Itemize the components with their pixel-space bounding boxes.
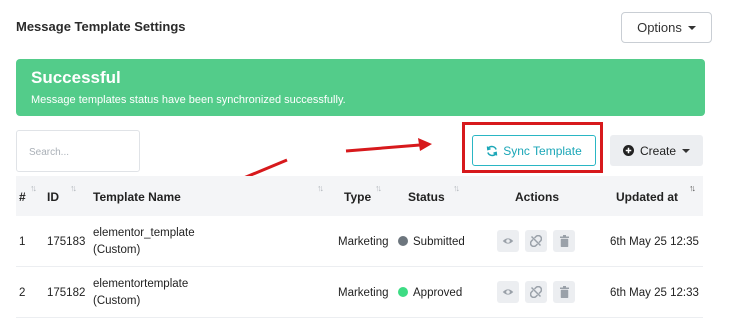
table-row: 2 175182 elementortemplate (Custom) Mark…	[16, 268, 703, 318]
trash-icon	[559, 235, 569, 247]
unlink-button[interactable]	[525, 281, 547, 303]
eye-icon	[502, 289, 514, 295]
search-input[interactable]: Search...	[16, 130, 140, 172]
success-alert: Successful Message templates status have…	[16, 59, 705, 116]
sync-template-button[interactable]: Sync Template	[472, 135, 596, 166]
template-source: (Custom)	[93, 295, 141, 307]
row-number: 2	[19, 287, 26, 299]
updated-at: 6th May 25 12:33	[610, 287, 699, 299]
column-header-num[interactable]: #	[19, 190, 26, 204]
sort-icon[interactable]: ↑↓	[689, 183, 696, 193]
sort-icon[interactable]: ↑↓	[70, 183, 77, 193]
sort-icon[interactable]: ↑↓	[375, 183, 382, 193]
status-label: Submitted	[413, 236, 465, 248]
row-number: 1	[19, 236, 26, 248]
sort-icon[interactable]: ↑↓	[453, 183, 460, 193]
delete-button[interactable]	[553, 281, 575, 303]
sort-icon[interactable]: ↑↓	[317, 183, 324, 193]
plus-circle-icon	[622, 145, 634, 156]
column-header-updated-at[interactable]: Updated at	[616, 190, 678, 204]
caret-down-icon	[687, 25, 696, 30]
delete-button[interactable]	[553, 230, 575, 252]
sync-icon	[487, 145, 498, 156]
unlink-icon	[530, 286, 542, 298]
status-badge: Approved	[398, 287, 462, 299]
template-id: 175183	[47, 236, 86, 248]
table-header: # ↑↓ ID ↑↓ Template Name ↑↓ Type ↑↓ Stat…	[16, 176, 703, 216]
status-dot-icon	[398, 287, 408, 297]
create-button[interactable]: Create	[610, 135, 703, 166]
unlink-icon	[530, 235, 542, 247]
unlink-button[interactable]	[525, 230, 547, 252]
arrow-to-sync-button	[345, 138, 432, 153]
eye-icon	[502, 238, 514, 244]
template-name: elementortemplate	[93, 278, 189, 290]
view-button[interactable]	[497, 230, 519, 252]
status-label: Approved	[413, 287, 463, 299]
trash-icon	[559, 286, 569, 298]
sync-template-label: Sync Template	[503, 143, 582, 158]
view-button[interactable]	[497, 281, 519, 303]
options-button[interactable]: Options	[621, 12, 712, 43]
status-badge: Submitted	[398, 236, 465, 248]
column-header-template-name[interactable]: Template Name	[93, 190, 181, 204]
status-dot-icon	[398, 236, 408, 246]
caret-down-icon	[682, 148, 691, 153]
column-header-type[interactable]: Type	[344, 190, 371, 204]
page-title: Message Template Settings	[16, 19, 186, 34]
updated-at: 6th May 25 12:35	[610, 236, 699, 248]
alert-title: Successful	[31, 68, 121, 87]
template-type: Marketing	[338, 236, 389, 248]
sort-icon[interactable]: ↑↓	[30, 183, 37, 193]
template-type: Marketing	[338, 287, 389, 299]
template-name: elementor_template	[93, 227, 195, 239]
column-header-id[interactable]: ID	[47, 190, 59, 204]
template-id: 175182	[47, 287, 86, 299]
options-label: Options	[637, 20, 682, 35]
column-header-actions: Actions	[515, 190, 560, 204]
alert-message: Message templates status have been synch…	[31, 94, 346, 106]
table-row: 1 175183 elementor_template (Custom) Mar…	[16, 217, 703, 267]
column-header-status[interactable]: Status	[408, 190, 445, 204]
create-label: Create	[639, 143, 677, 158]
template-source: (Custom)	[93, 244, 141, 256]
